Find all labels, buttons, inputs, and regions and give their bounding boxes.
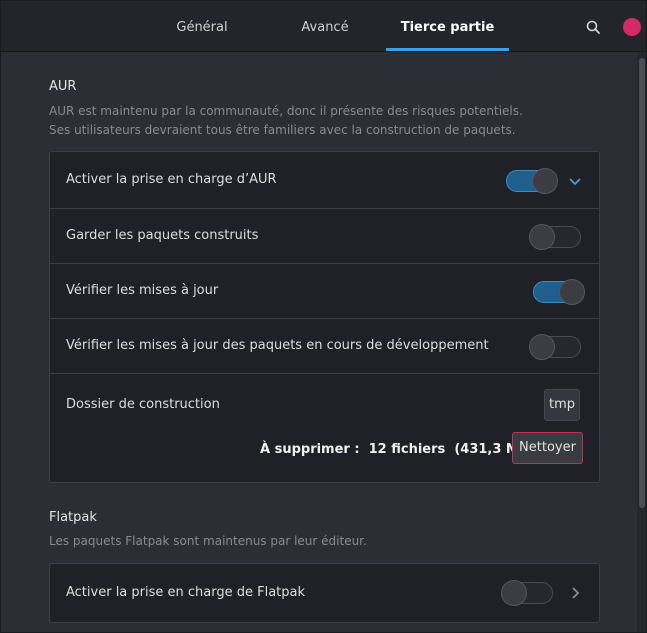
keep-built-packages-label: Garder les paquets construits	[66, 228, 259, 243]
flatpak-section-title: Flatpak	[49, 510, 97, 525]
search-button[interactable]	[581, 15, 605, 39]
aur-description-line2: Ses utilisateurs devraient tous être fam…	[49, 123, 516, 137]
keep-built-packages-switch[interactable]	[529, 224, 581, 250]
aur-settings-panel: Activer la prise en charge d’AUR Garder …	[49, 151, 600, 483]
chevron-right-icon[interactable]	[567, 585, 583, 601]
header-bar: Général Avancé Tierce partie	[1, 1, 646, 52]
clean-button[interactable]: Nettoyer	[512, 432, 583, 464]
to-delete-summary: À supprimer : 12 fichiers (431,3 Mo)	[260, 442, 534, 457]
keep-built-packages-row[interactable]: Garder les paquets construits	[50, 209, 599, 264]
check-updates-label: Vérifier les mises à jour	[66, 283, 219, 298]
to-delete-label: À supprimer :	[260, 442, 360, 457]
build-directory-label: Dossier de construction	[66, 397, 220, 412]
aur-section-title: AUR	[49, 79, 77, 94]
flatpak-enable-switch[interactable]	[501, 580, 553, 606]
check-updates-switch[interactable]	[533, 279, 585, 305]
chevron-down-icon[interactable]	[567, 173, 583, 189]
aur-enable-switch[interactable]	[506, 168, 558, 194]
flatpak-enable-label: Activer la prise en charge de Flatpak	[66, 585, 306, 600]
vertical-scrollbar[interactable]	[637, 52, 646, 632]
flatpak-enable-row[interactable]: Activer la prise en charge de Flatpak	[50, 564, 599, 622]
tab-third-party[interactable]: Tierce partie	[386, 1, 509, 51]
check-devel-updates-row[interactable]: Vérifier les mises à jour des paquets en…	[50, 319, 599, 374]
check-devel-updates-switch[interactable]	[529, 334, 581, 360]
settings-content: AUR AUR est maintenu par la communauté, …	[1, 52, 637, 632]
aur-enable-row[interactable]: Activer la prise en charge d’AUR	[50, 152, 599, 209]
check-updates-row[interactable]: Vérifier les mises à jour	[50, 264, 599, 319]
preferences-window: Général Avancé Tierce partie AUR AUR est…	[0, 0, 647, 633]
check-devel-updates-label: Vérifier les mises à jour des paquets en…	[66, 338, 489, 353]
tab-general[interactable]: Général	[161, 1, 243, 51]
close-button[interactable]	[623, 18, 641, 36]
build-directory-row: Dossier de construction tmp À supprimer …	[50, 374, 599, 482]
tab-advanced[interactable]: Avancé	[287, 1, 363, 51]
search-icon	[586, 20, 600, 34]
build-directory-button[interactable]: tmp	[544, 389, 580, 421]
aur-description-line1: AUR est maintenu par la communauté, donc…	[49, 104, 523, 118]
aur-enable-label: Activer la prise en charge d’AUR	[66, 172, 277, 187]
scrollbar-thumb[interactable]	[639, 58, 645, 508]
flatpak-settings-panel: Activer la prise en charge de Flatpak	[49, 563, 600, 623]
to-delete-count: 12 fichiers	[368, 442, 446, 457]
flatpak-description: Les paquets Flatpak sont maintenus par l…	[49, 534, 367, 548]
